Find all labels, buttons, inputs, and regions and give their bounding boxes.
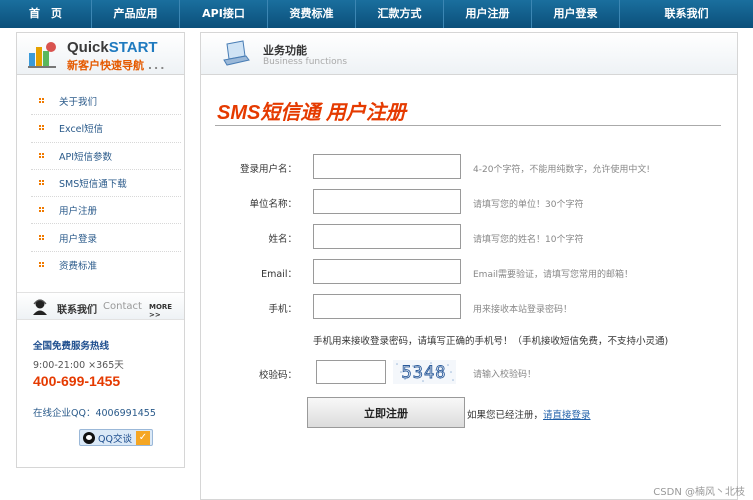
- form-row-username: 登录用户名： 4-20个字符，不能用纯数字，允许使用中文!: [201, 154, 737, 180]
- nav-item-products[interactable]: 产品应用: [92, 0, 180, 28]
- already-registered: 如果您已经注册，请直接登录: [467, 410, 591, 421]
- business-header: 业务功能 Business functions: [201, 33, 737, 75]
- nav-item-payment[interactable]: 汇款方式: [356, 0, 444, 28]
- quickstart-title: QuickSTART: [67, 39, 158, 56]
- qq-chat-button[interactable]: QQ交谈 ✓: [79, 429, 153, 446]
- quickstart-subtitle: 新客户快速导航 ...: [67, 59, 167, 72]
- captcha-text: 5348: [402, 363, 447, 383]
- bullet-icon: [39, 234, 45, 241]
- bullet-icon: [39, 207, 45, 213]
- mobile-label: 手机：: [268, 304, 297, 315]
- sidebar-item-register[interactable]: 用户注册: [31, 197, 181, 225]
- watermark: CSDN @楠风丶北枝: [653, 487, 745, 498]
- hotline-label: 全国免费服务热线: [33, 341, 110, 352]
- captcha-label: 校验码：: [258, 370, 297, 381]
- form-row-mobile: 手机： 用来接收本站登录密码！: [201, 294, 737, 320]
- mobile-input[interactable]: [313, 294, 461, 319]
- name-input[interactable]: [313, 224, 461, 249]
- captcha-hint: 请输入校验码！: [473, 370, 537, 380]
- business-subtitle: Business functions: [263, 57, 348, 67]
- sidebar-item-login[interactable]: 用户登录: [31, 224, 181, 252]
- contact-title: 联系我们: [57, 305, 97, 316]
- quickstart-logo-icon: [28, 42, 56, 68]
- quickstart-header: QuickSTART 新客户快速导航 ...: [17, 33, 184, 75]
- captcha-image[interactable]: 5348: [393, 360, 456, 384]
- name-label: 姓名：: [268, 234, 297, 245]
- check-icon: ✓: [135, 430, 150, 445]
- email-hint: Email需要验证，请填写您常用的邮箱！: [473, 270, 633, 280]
- sidebar-item-download[interactable]: SMS短信通下载: [31, 170, 181, 198]
- form-row-captcha: 校验码： 5348 请输入校验码！: [201, 360, 737, 386]
- bullet-icon: [39, 152, 45, 159]
- contact-title-en: Contact: [103, 301, 142, 312]
- username-label: 登录用户名：: [239, 164, 297, 175]
- qq-number: 在线企业QQ：4006991455: [33, 408, 156, 419]
- company-label: 单位名称：: [249, 199, 297, 210]
- username-input[interactable]: [313, 154, 461, 179]
- name-hint: 请填写您的姓名！10个字符: [473, 235, 584, 245]
- captcha-input[interactable]: [316, 360, 386, 384]
- email-label: Email：: [261, 269, 297, 280]
- bullet-icon: [39, 180, 45, 186]
- nav-item-contact[interactable]: 联系我们: [620, 0, 753, 28]
- sidebar-item-pricing[interactable]: 资费标准: [31, 252, 181, 279]
- sidebar-item-api-params[interactable]: API短信参数: [31, 143, 181, 170]
- main-panel: 业务功能 Business functions SMS短信通 用户注册 登录用户…: [200, 32, 738, 500]
- nav-item-api[interactable]: API接口: [180, 0, 268, 28]
- sidebar-item-excel-sms[interactable]: Excel短信: [31, 115, 181, 143]
- title-divider: [215, 125, 721, 126]
- nav-item-register[interactable]: 用户注册: [444, 0, 532, 28]
- left-sidebar: QuickSTART 新客户快速导航 ... 关于我们 Excel短信 API短…: [16, 32, 185, 468]
- company-hint: 请填写您的单位！30个字符: [473, 200, 584, 210]
- headset-icon: [33, 299, 47, 315]
- top-nav: 首 页 产品应用 API接口 资费标准 汇款方式 用户注册 用户登录 联系我们: [0, 0, 753, 28]
- form-row-name: 姓名： 请填写您的姓名！10个字符: [201, 224, 737, 250]
- page-title: SMS短信通 用户注册: [217, 102, 406, 124]
- form-row-email: Email： Email需要验证，请填写您常用的邮箱！: [201, 259, 737, 285]
- business-title: 业务功能: [263, 44, 307, 57]
- login-link[interactable]: 请直接登录: [543, 410, 591, 421]
- laptop-icon: [223, 40, 250, 66]
- nav-item-pricing[interactable]: 资费标准: [268, 0, 356, 28]
- email-input[interactable]: [313, 259, 461, 284]
- mobile-hint: 用来接收本站登录密码！: [473, 305, 573, 315]
- company-input[interactable]: [313, 189, 461, 214]
- username-hint: 4-20个字符，不能用纯数字，允许使用中文!: [473, 165, 651, 175]
- quickstart-menu: 关于我们 Excel短信 API短信参数 SMS短信通下载 用户注册 用户登录 …: [31, 88, 181, 279]
- form-row-company: 单位名称： 请填写您的单位！30个字符: [201, 189, 737, 215]
- nav-item-login[interactable]: 用户登录: [532, 0, 620, 28]
- bullet-icon: [39, 262, 45, 268]
- bullet-icon: [39, 98, 45, 104]
- nav-item-home[interactable]: 首 页: [0, 0, 92, 28]
- bullet-icon: [39, 125, 45, 131]
- sidebar-item-about[interactable]: 关于我们: [31, 88, 181, 116]
- register-button[interactable]: 立即注册: [307, 397, 465, 428]
- qq-penguin-icon: [83, 431, 95, 444]
- contact-header: 联系我们 Contact MORE >>: [17, 292, 184, 320]
- more-link[interactable]: MORE >>: [149, 303, 184, 319]
- service-hours: 9:00-21:00 ×365天: [33, 360, 124, 371]
- mobile-note: 手机用来接收登录密码，请填写正确的手机号！（手机接收短信免费，不支持小灵通): [313, 336, 669, 347]
- hotline-number: 400-699-1455: [33, 373, 121, 389]
